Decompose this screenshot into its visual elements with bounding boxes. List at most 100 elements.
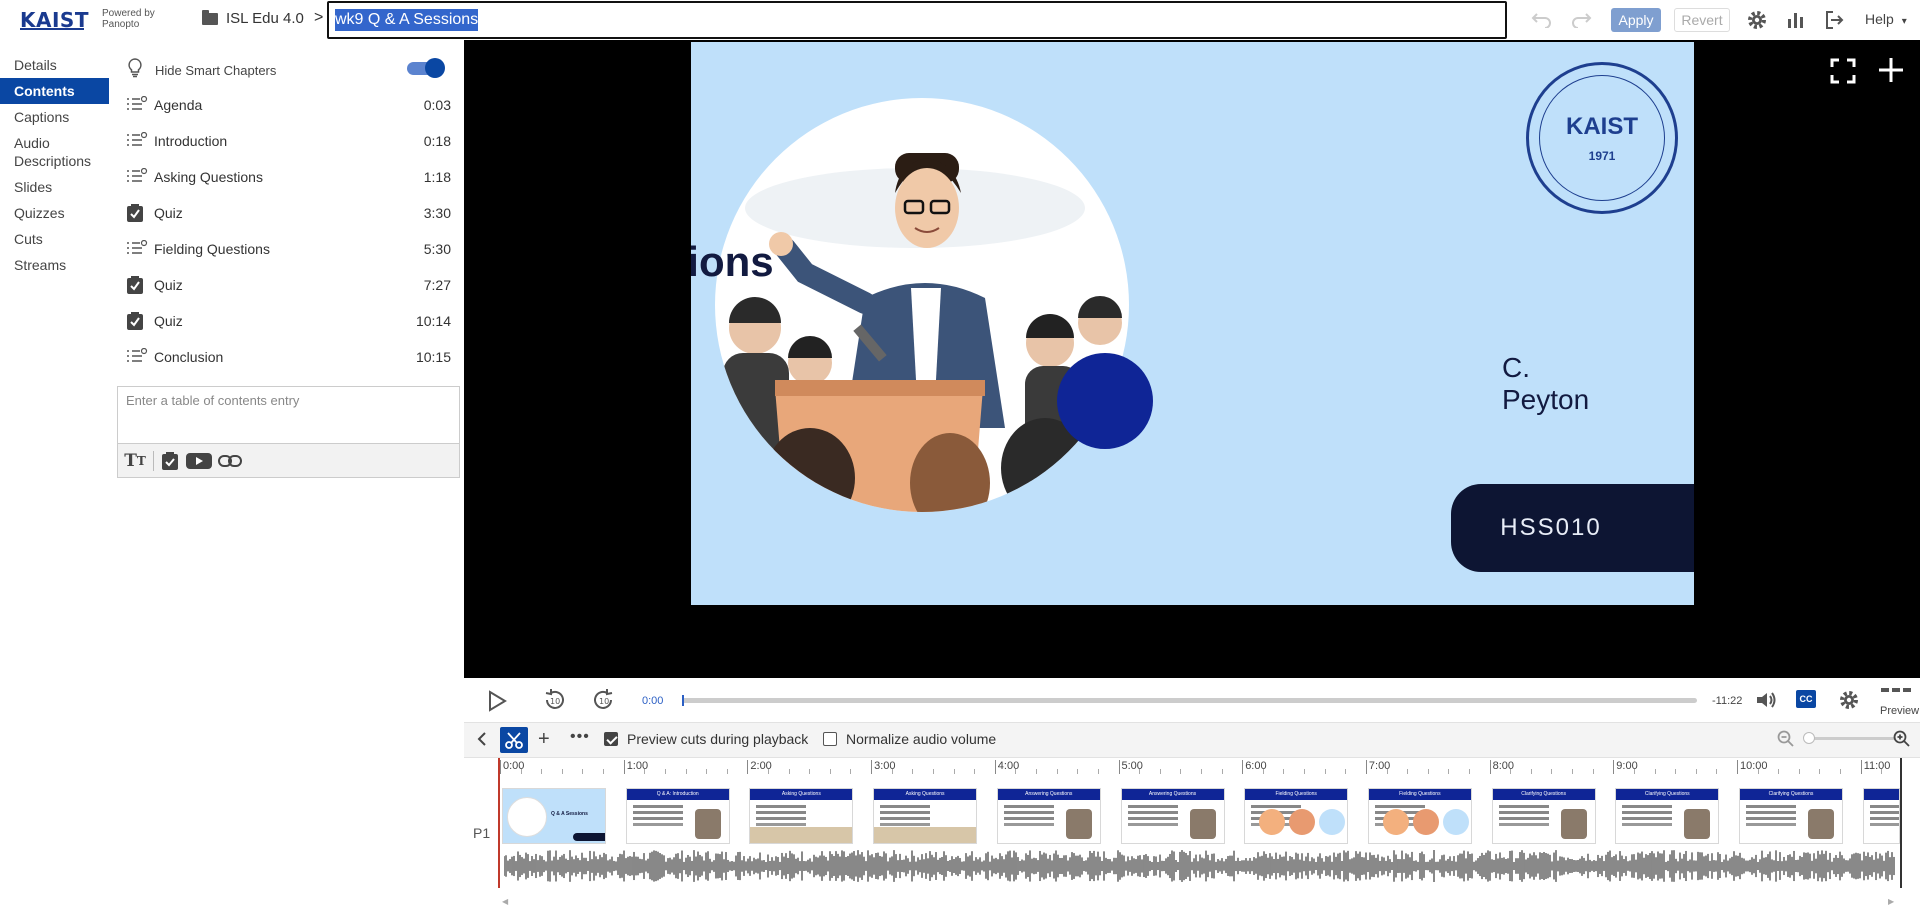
add-stream-icon[interactable] bbox=[1877, 56, 1905, 89]
track-label: P1 bbox=[473, 825, 491, 841]
apply-button[interactable]: Apply bbox=[1611, 8, 1661, 32]
ruler-tick-label: 11:00 bbox=[1863, 760, 1891, 772]
rewind-10-icon[interactable]: 10 bbox=[541, 688, 567, 717]
toc-entry[interactable]: Quiz 3:30 bbox=[117, 194, 460, 230]
nav-streams[interactable]: Streams bbox=[0, 252, 109, 278]
toc-entry-time[interactable]: 10:14 bbox=[416, 313, 451, 329]
slide-thumbnail[interactable]: Answering Questions bbox=[996, 788, 1101, 844]
hide-smart-chapters-toggle[interactable] bbox=[407, 58, 445, 78]
audio-waveform[interactable] bbox=[504, 850, 1896, 882]
end-marker[interactable] bbox=[1900, 758, 1902, 888]
toc-entry-label[interactable]: Quiz bbox=[154, 277, 183, 293]
session-title-input[interactable]: wk9 Q & A Sessions bbox=[327, 1, 1507, 39]
toc-entry-label[interactable]: Conclusion bbox=[154, 349, 223, 365]
play-icon[interactable] bbox=[487, 690, 507, 717]
ruler-minor-tick bbox=[603, 769, 605, 774]
nav-contents[interactable]: Contents bbox=[0, 78, 109, 104]
collapse-chevron-icon[interactable] bbox=[476, 731, 488, 752]
slide-thumbnail[interactable]: Asking Questions bbox=[873, 788, 978, 844]
link-icon[interactable] bbox=[218, 453, 242, 469]
slide-thumbnail[interactable]: Answering Questions bbox=[1120, 788, 1225, 844]
nav-slides[interactable]: Slides bbox=[0, 174, 109, 200]
volume-icon[interactable] bbox=[1755, 690, 1779, 715]
nav-quizzes[interactable]: Quizzes bbox=[0, 200, 109, 226]
ruler-major-tick bbox=[1613, 760, 1615, 774]
toc-entry-time[interactable]: 0:18 bbox=[424, 133, 451, 149]
folder-breadcrumb[interactable]: ISL Edu 4.0 bbox=[202, 9, 304, 27]
slide-thumbnail[interactable]: Clarifying Questions bbox=[1615, 788, 1720, 844]
toc-entry-label[interactable]: Introduction bbox=[154, 133, 227, 149]
redo-icon[interactable] bbox=[1570, 10, 1592, 28]
help-label[interactable]: Help bbox=[1865, 11, 1894, 27]
slide-thumbnail[interactable]: Clarifying Questions bbox=[1491, 788, 1596, 844]
captions-button[interactable]: CC bbox=[1796, 690, 1816, 708]
preview-layout-icon[interactable] bbox=[1881, 686, 1911, 705]
slide-thumbnail[interactable]: Fielding Questions bbox=[1244, 788, 1349, 844]
cut-tool-button[interactable] bbox=[500, 727, 528, 753]
ruler-minor-tick bbox=[1324, 769, 1326, 774]
undo-icon[interactable] bbox=[1531, 10, 1553, 28]
youtube-icon[interactable] bbox=[186, 452, 212, 470]
toc-entry[interactable]: Quiz 7:27 bbox=[117, 266, 460, 302]
slide-thumbnail[interactable]: Q & A: Introduction bbox=[625, 788, 730, 844]
zoom-slider-handle[interactable] bbox=[1803, 732, 1815, 744]
slide-thumbnail[interactable] bbox=[1862, 788, 1900, 844]
slide-thumbnail[interactable]: Clarifying Questions bbox=[1739, 788, 1843, 844]
fullscreen-icon[interactable] bbox=[1830, 58, 1856, 89]
slide-thumbnail[interactable]: Fielding Questions bbox=[1367, 788, 1472, 844]
toc-entry-time[interactable]: 7:27 bbox=[424, 277, 451, 293]
preview-cuts-checkbox[interactable] bbox=[604, 732, 618, 746]
toc-entry-label[interactable]: Asking Questions bbox=[154, 169, 263, 185]
progress-head[interactable] bbox=[682, 695, 684, 706]
thumb-body-lines bbox=[1622, 805, 1673, 808]
thumb-header: Clarifying Questions bbox=[1616, 789, 1719, 800]
more-options-icon[interactable]: ••• bbox=[570, 728, 590, 746]
nav-details[interactable]: Details bbox=[0, 52, 109, 78]
scroll-right-icon[interactable]: ▶ bbox=[1888, 897, 1894, 906]
toc-entry-label[interactable]: Agenda bbox=[154, 97, 202, 113]
slide-thumbnail[interactable]: Q & A Sessions bbox=[502, 788, 606, 844]
add-icon[interactable]: + bbox=[538, 729, 550, 749]
zoom-slider[interactable] bbox=[1808, 737, 1896, 740]
toc-entry-time[interactable]: 0:03 bbox=[424, 97, 451, 113]
gear-icon[interactable] bbox=[1746, 9, 1768, 31]
nav-cuts[interactable]: Cuts bbox=[0, 226, 109, 252]
toc-entry[interactable]: Agenda 0:03 bbox=[117, 86, 460, 122]
exit-icon[interactable] bbox=[1825, 10, 1845, 30]
quiz-icon[interactable] bbox=[160, 451, 180, 471]
toc-entry[interactable]: Fielding Questions 5:30 bbox=[117, 230, 460, 266]
nav-captions[interactable]: Captions bbox=[0, 104, 109, 130]
toc-entry-label[interactable]: Fielding Questions bbox=[154, 241, 270, 257]
folder-name[interactable]: ISL Edu 4.0 bbox=[226, 10, 304, 27]
toc-entry[interactable]: Quiz 10:14 bbox=[117, 302, 460, 338]
text-format-icon[interactable]: TT bbox=[123, 451, 147, 471]
toc-entry-time[interactable]: 10:15 bbox=[416, 349, 451, 365]
top-header: KAIST Powered by Panopto ISL Edu 4.0 > w… bbox=[0, 0, 1920, 40]
nav-audio-descriptions[interactable]: Audio Descriptions bbox=[0, 130, 98, 174]
session-title-text[interactable]: wk9 Q & A Sessions bbox=[335, 9, 479, 31]
toc-entry-input[interactable]: Enter a table of contents entry bbox=[117, 386, 460, 444]
ruler-minor-tick bbox=[1840, 769, 1842, 774]
playhead[interactable] bbox=[498, 758, 500, 888]
ruler-minor-tick bbox=[1654, 769, 1656, 774]
toc-entry-time[interactable]: 1:18 bbox=[424, 169, 451, 185]
forward-10-icon[interactable]: 10 bbox=[591, 688, 617, 717]
stats-icon[interactable] bbox=[1786, 10, 1806, 30]
help-menu[interactable]: Help ▾ bbox=[1865, 11, 1907, 27]
slide-thumbnail[interactable]: Asking Questions bbox=[749, 788, 854, 844]
toc-entry[interactable]: Introduction 0:18 bbox=[117, 122, 460, 158]
toc-entry-time[interactable]: 3:30 bbox=[424, 205, 451, 221]
zoom-in-icon[interactable] bbox=[1893, 730, 1911, 753]
toc-entry-time[interactable]: 5:30 bbox=[424, 241, 451, 257]
progress-bar[interactable] bbox=[682, 698, 1697, 703]
toc-entry[interactable]: Asking Questions 1:18 bbox=[117, 158, 460, 194]
toc-entry[interactable]: Conclusion 10:15 bbox=[117, 338, 460, 374]
toc-entry-label[interactable]: Quiz bbox=[154, 313, 183, 329]
toc-entry-label[interactable]: Quiz bbox=[154, 205, 183, 221]
normalize-audio-checkbox[interactable] bbox=[823, 732, 837, 746]
revert-button[interactable]: Revert bbox=[1674, 8, 1730, 32]
scroll-left-icon[interactable]: ◀ bbox=[502, 897, 508, 906]
timeline-ruler[interactable] bbox=[500, 758, 1920, 776]
zoom-out-icon[interactable] bbox=[1777, 730, 1795, 753]
player-settings-icon[interactable] bbox=[1838, 689, 1860, 716]
